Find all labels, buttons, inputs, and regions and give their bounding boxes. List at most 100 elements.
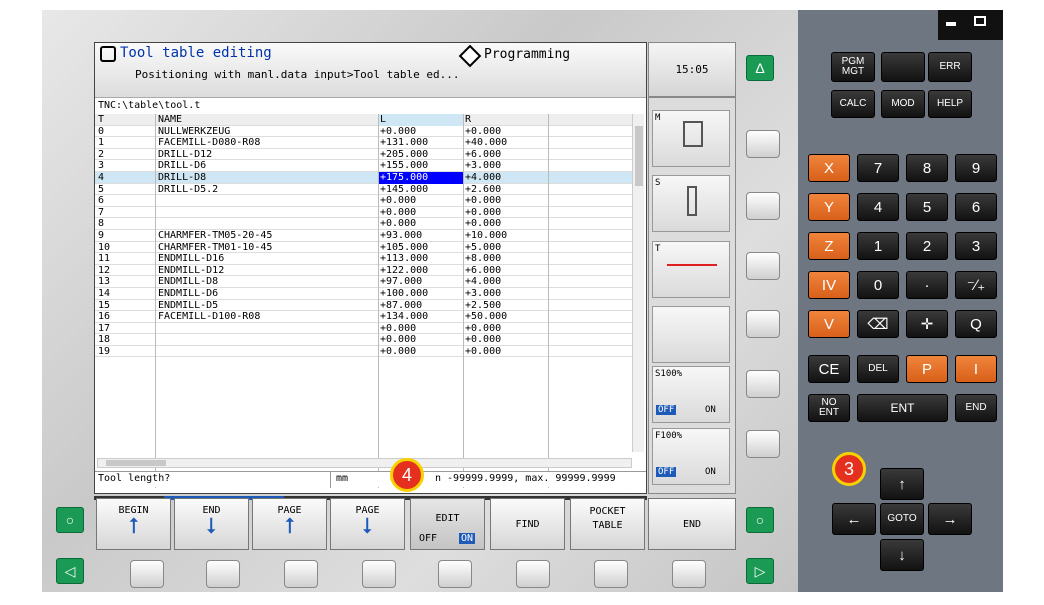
table-cell[interactable]: +0.000: [380, 334, 416, 346]
table-cell[interactable]: +145.000: [380, 184, 428, 196]
table-cell[interactable]: ENDMILL-D6: [158, 288, 218, 300]
table-cell[interactable]: +50.000: [465, 311, 507, 323]
table-cell[interactable]: +0.000: [380, 195, 416, 207]
begin-softkey[interactable]: BEGIN ⭡: [96, 498, 171, 550]
table-cell[interactable]: 15: [98, 300, 110, 312]
table-row[interactable]: 19 +0.000 +0.000: [95, 346, 632, 358]
table-row[interactable]: 3 DRILL-D6 +155.000 +3.000: [95, 160, 632, 172]
end-softkey-2[interactable]: END: [648, 498, 736, 550]
pocket-table-softkey[interactable]: POCKET TABLE: [570, 498, 645, 550]
table-row[interactable]: 14 ENDMILL-D6 +100.000 +3.000: [95, 288, 632, 300]
edit-softkey[interactable]: EDIT OFF ON: [410, 498, 485, 550]
bottom-button-8[interactable]: [672, 560, 706, 588]
end-key[interactable]: END: [955, 394, 997, 422]
table-cell[interactable]: CHARMFER-TM01-10-45: [158, 242, 272, 254]
table-cell[interactable]: +93.000: [380, 230, 422, 242]
table-row[interactable]: 6 +0.000 +0.000: [95, 195, 632, 207]
key-4[interactable]: 4: [857, 193, 899, 221]
table-cell[interactable]: NULLWERKZEUG: [158, 126, 230, 138]
table-row[interactable]: 12 ENDMILL-D12 +122.000 +6.000: [95, 265, 632, 277]
table-cell[interactable]: +3.000: [465, 288, 501, 300]
table-cell[interactable]: 3: [98, 160, 104, 172]
scroll-thumb[interactable]: [106, 460, 166, 466]
table-cell[interactable]: +0.000: [380, 346, 416, 358]
v-axis-key[interactable]: V: [808, 310, 850, 338]
table-cell[interactable]: +131.000: [380, 137, 428, 149]
arrow-left-key[interactable]: ←: [832, 503, 876, 535]
table-cell[interactable]: +4.000: [465, 276, 501, 288]
table-cell[interactable]: +8.000: [465, 253, 501, 265]
table-cell[interactable]: 14: [98, 288, 110, 300]
table-cell[interactable]: 6: [98, 195, 104, 207]
q-key[interactable]: Q: [955, 310, 997, 338]
table-cell[interactable]: 16: [98, 311, 110, 323]
table-cell[interactable]: +155.000: [380, 160, 428, 172]
switch-icon-right[interactable]: ○: [746, 507, 774, 533]
table-row[interactable]: 4 DRILL-D8 +175.000 +4.000: [95, 171, 632, 184]
table-cell[interactable]: +0.000: [465, 323, 501, 335]
table-cell[interactable]: DRILL-D6: [158, 160, 206, 172]
table-cell[interactable]: 9: [98, 230, 104, 242]
side-button-5[interactable]: [746, 370, 780, 398]
key-7[interactable]: 7: [857, 154, 899, 182]
key-0[interactable]: 0: [857, 271, 899, 299]
key-5[interactable]: 5: [906, 193, 948, 221]
p-key[interactable]: P: [906, 355, 948, 383]
arrow-right-key[interactable]: →: [928, 503, 972, 535]
bottom-button-1[interactable]: [130, 560, 164, 588]
table-row[interactable]: 13 ENDMILL-D8 +97.000 +4.000: [95, 276, 632, 288]
table-cell[interactable]: 4: [98, 172, 104, 184]
table-cell[interactable]: +6.000: [465, 265, 501, 277]
table-cell[interactable]: +0.000: [380, 207, 416, 219]
arrow-down-key[interactable]: ↓: [880, 539, 924, 571]
t-function-softkey[interactable]: T: [652, 241, 730, 298]
side-button-4[interactable]: [746, 310, 780, 338]
iv-axis-key[interactable]: IV: [808, 271, 850, 299]
table-row[interactable]: 8 +0.000 +0.000: [95, 218, 632, 230]
table-cell[interactable]: 10: [98, 242, 110, 254]
sign-key[interactable]: ⁻∕₊: [955, 271, 997, 299]
table-row[interactable]: 0 NULLWERKZEUG +0.000 +0.000: [95, 126, 632, 138]
table-cell[interactable]: ENDMILL-D8: [158, 276, 218, 288]
z-axis-key[interactable]: Z: [808, 232, 850, 260]
table-cell[interactable]: 7: [98, 207, 104, 219]
key-2[interactable]: 2: [906, 232, 948, 260]
goto-key[interactable]: GOTO: [880, 503, 924, 535]
help-key[interactable]: HELP: [928, 90, 972, 118]
calc-key[interactable]: CALC: [831, 90, 875, 118]
table-row[interactable]: 10 CHARMFER-TM01-10-45 +105.000 +5.000: [95, 242, 632, 254]
empty-softkey[interactable]: [652, 306, 730, 363]
table-cell[interactable]: +0.000: [380, 218, 416, 230]
m-function-softkey[interactable]: M: [652, 110, 730, 167]
minimize-icon[interactable]: [946, 22, 956, 26]
i-key[interactable]: I: [955, 355, 997, 383]
table-cell[interactable]: +3.000: [465, 160, 501, 172]
s-function-softkey[interactable]: S: [652, 175, 730, 232]
del-key[interactable]: DEL: [857, 355, 899, 383]
page-up-softkey[interactable]: PAGE ⭡: [252, 498, 327, 550]
side-button-3[interactable]: [746, 252, 780, 280]
restore-icon[interactable]: [974, 16, 986, 26]
table-cell[interactable]: +122.000: [380, 265, 428, 277]
feed-override[interactable]: F100% OFF ON: [652, 428, 730, 485]
table-cell[interactable]: 11: [98, 253, 110, 265]
table-cell[interactable]: +113.000: [380, 253, 428, 265]
table-cell[interactable]: 13: [98, 276, 110, 288]
table-cell[interactable]: +0.000: [465, 334, 501, 346]
no-ent-key[interactable]: NO ENT: [808, 394, 850, 422]
table-cell[interactable]: +10.000: [465, 230, 507, 242]
pgm-mgt-key[interactable]: PGM MGT: [831, 52, 875, 82]
triangle-icon[interactable]: Δ: [746, 55, 774, 81]
table-cell[interactable]: +4.000: [465, 172, 501, 184]
mod-key[interactable]: MOD: [881, 90, 925, 118]
table-cell[interactable]: 2: [98, 149, 104, 161]
table-row[interactable]: 11 ENDMILL-D16 +113.000 +8.000: [95, 253, 632, 265]
table-cell[interactable]: +0.000: [465, 207, 501, 219]
side-button-1[interactable]: [746, 130, 780, 158]
side-button-6[interactable]: [746, 430, 780, 458]
blank-key[interactable]: [881, 52, 925, 82]
table-cell[interactable]: +87.000: [380, 300, 422, 312]
table-cell[interactable]: +6.000: [465, 149, 501, 161]
table-cell[interactable]: +0.000: [465, 218, 501, 230]
table-cell[interactable]: FACEMILL-D100-R08: [158, 311, 260, 323]
